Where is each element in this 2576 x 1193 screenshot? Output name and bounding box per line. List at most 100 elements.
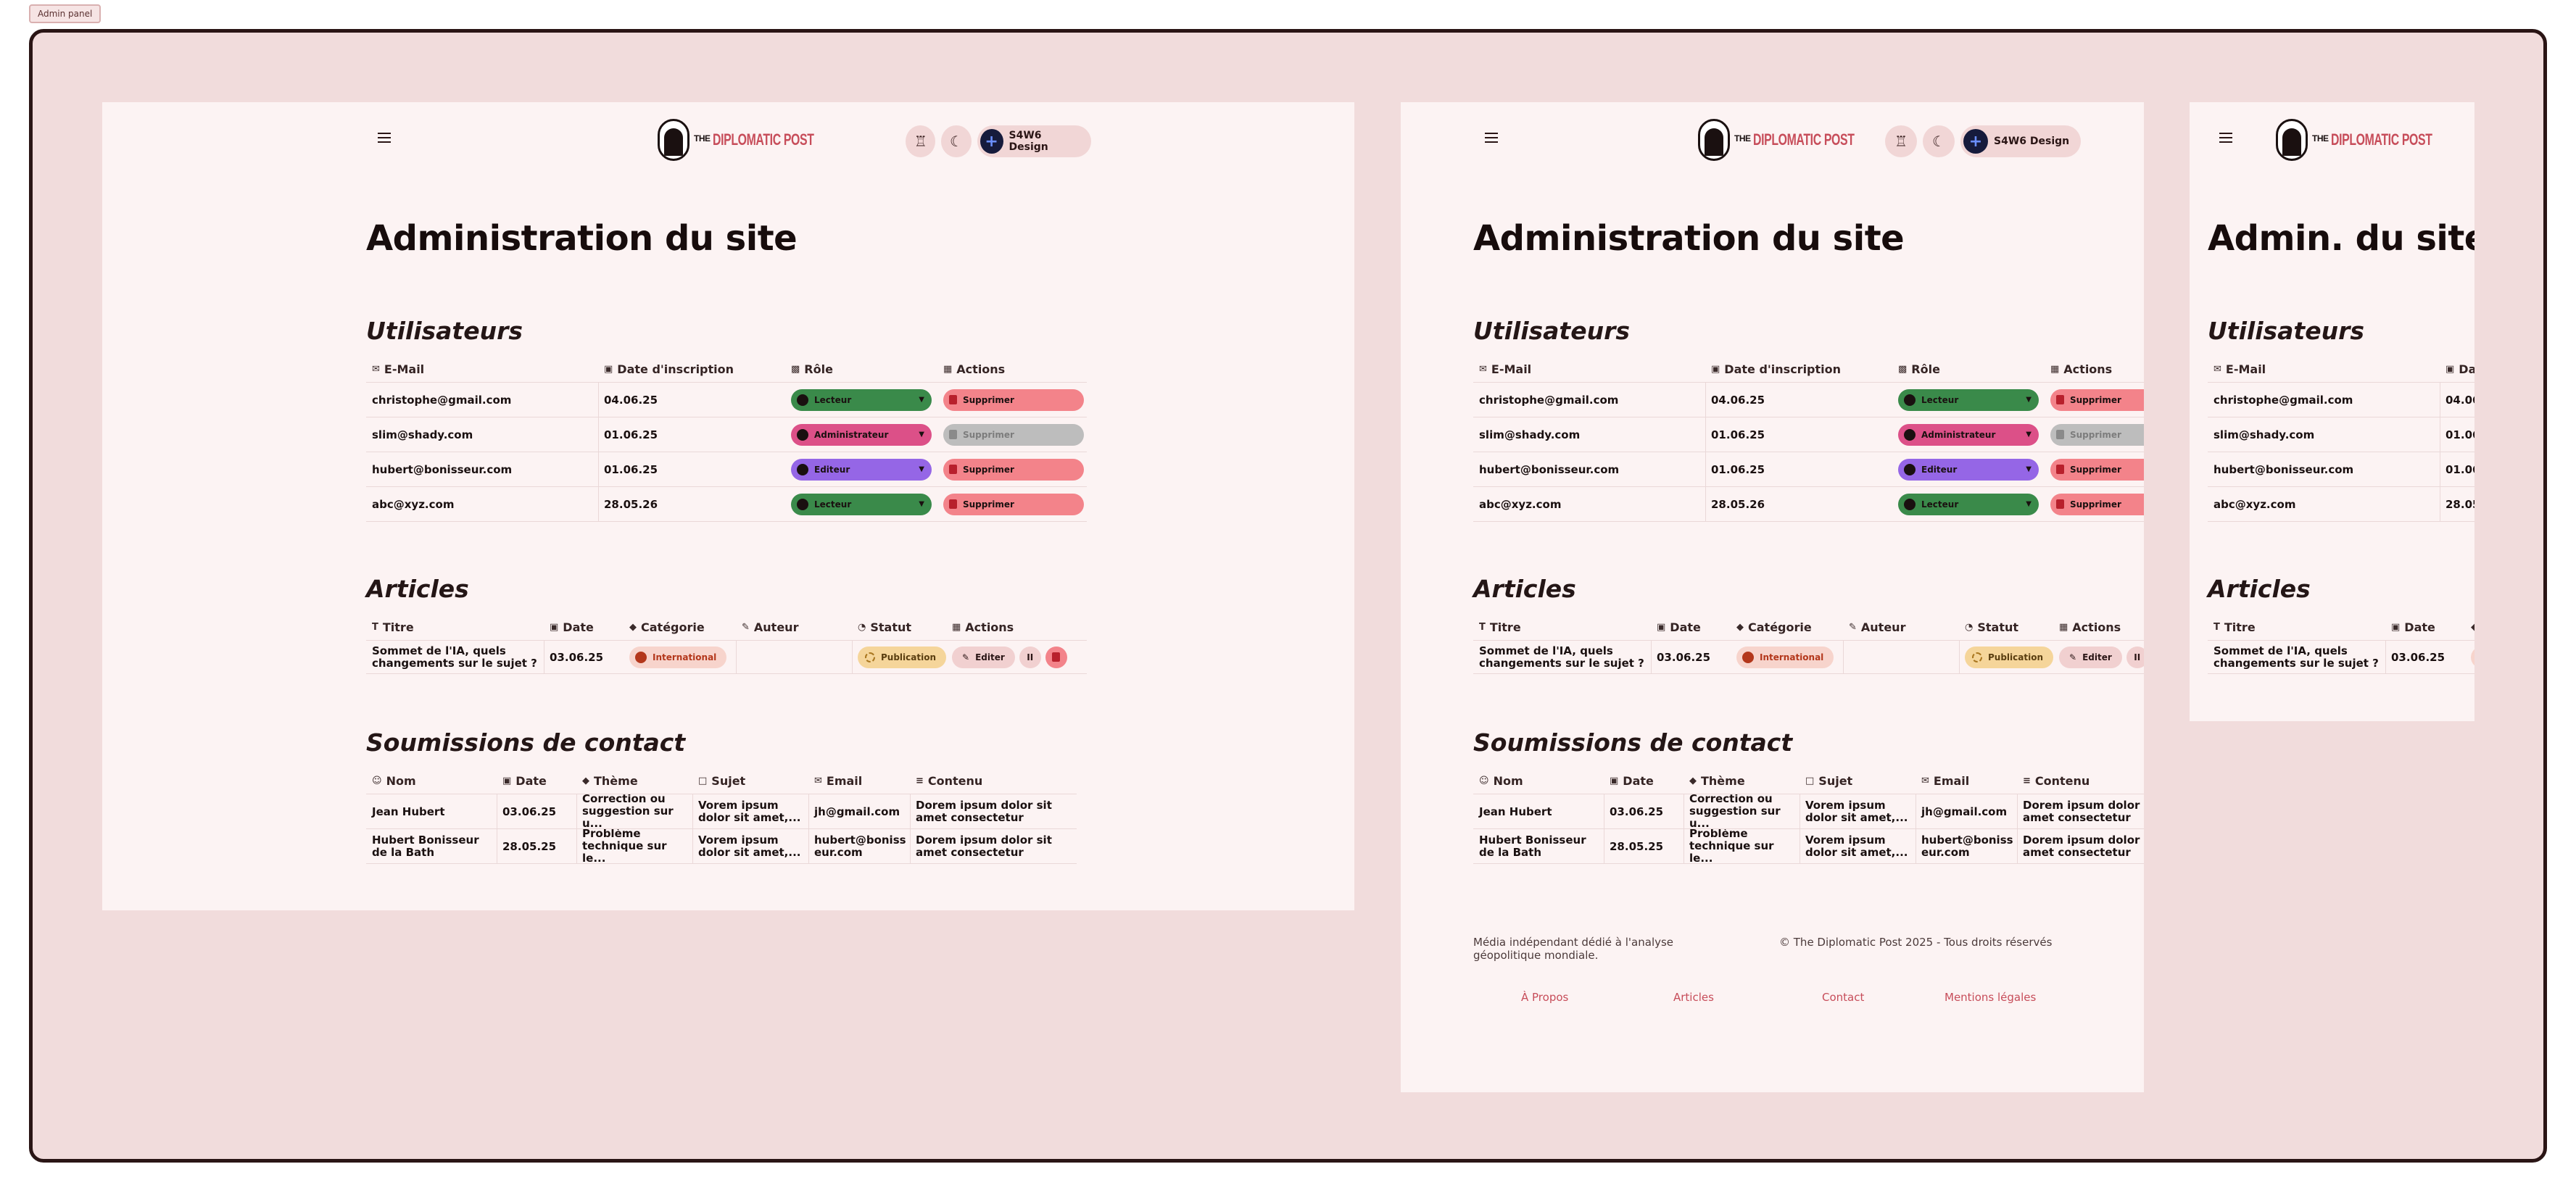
articles-section-title: Articles [1473, 575, 1576, 603]
header-date: ▣ Date [502, 773, 547, 788]
top-bar: THE DIPLOMATIC POST [2208, 117, 2474, 163]
delete-article-button[interactable] [1045, 646, 1067, 668]
caret-down-icon: ▼ [2026, 396, 2032, 404]
tablet-frame: THE DIPLOMATIC POST ♖ ☾ + S4W6 Design Ad… [1401, 102, 2144, 1092]
caret-down-icon: ▼ [2026, 431, 2032, 438]
award-icon[interactable]: ♖ [906, 125, 936, 157]
footer-link-mentions[interactable]: Mentions légales [1945, 991, 2036, 1004]
delete-user-button[interactable]: Supprimer [2050, 458, 2144, 481]
user-chip[interactable]: + S4W6 Design [1960, 125, 2082, 157]
edit-article-button[interactable]: ✎ Editer [952, 646, 1015, 668]
header-date: ▣Date d'inscription [1711, 362, 1842, 376]
header-sujet: □ Sujet [1805, 773, 1853, 788]
top-bar: THE DIPLOMATIC POST ♖ ☾ + S4W6 Design [1473, 117, 2144, 163]
logo-name: DIPLOMATIC POST [2330, 130, 2432, 149]
header-nom: ☺ Nom [372, 773, 416, 788]
role-select[interactable]: Lecteur ▼ [791, 388, 932, 411]
user-email: abc@xyz.com [1479, 497, 1562, 511]
article-date: 03.06.25 [1657, 650, 1711, 664]
contact-date: 03.06.25 [502, 805, 557, 818]
menu-icon[interactable] [1485, 133, 1498, 143]
trash-icon [1052, 652, 1061, 662]
trash-icon [2056, 395, 2064, 404]
logo-name: DIPLOMATIC POST [1752, 130, 1855, 149]
article-author [1843, 641, 1959, 673]
site-logo[interactable]: THE DIPLOMATIC POST [1698, 118, 1893, 162]
trash-icon [949, 430, 957, 439]
contact-theme: Correction ou suggestion sur u... [582, 794, 674, 828]
user-date: 04.06.25 [1711, 393, 1765, 407]
delete-user-button[interactable]: Supprimer [943, 458, 1084, 481]
footer-link-apropos[interactable]: À Propos [1521, 991, 1568, 1004]
categories-icon: ◆ [629, 621, 637, 633]
user-circle-icon: ☺ [1479, 775, 1489, 786]
desktop-frame: THE DIPLOMATIC POST ♖ ☾ + S4W6 Design Ad… [102, 102, 1354, 910]
pause-button[interactable]: II [1019, 646, 1041, 668]
publish-status-button[interactable]: Publication [858, 646, 946, 668]
user-chip[interactable]: + S4W6 Design [977, 125, 1091, 157]
role-select[interactable]: Lecteur ▼ [791, 493, 932, 515]
site-logo[interactable]: THE DIPLOMATIC POST [658, 118, 853, 162]
trash-icon [949, 395, 957, 404]
user-email: slim@shady.com [1479, 428, 1581, 441]
header-date: ▣Date d'inscription [604, 362, 734, 376]
folder-icon: □ [698, 775, 708, 786]
header-sujet: □ Sujet [698, 773, 746, 788]
role-select[interactable]: Editeur ▼ [1898, 458, 2039, 481]
calendar-icon: ▣ [604, 363, 613, 375]
contact-theme: Problème technique sur le... [1689, 829, 1774, 863]
users-section-title: Utilisateurs [1473, 317, 1630, 345]
menu-icon[interactable] [378, 133, 391, 143]
site-logo[interactable]: THE DIPLOMATIC POST [2276, 118, 2471, 162]
category-badge: International [2471, 646, 2474, 668]
delete-user-button[interactable]: Supprimer [2050, 493, 2144, 515]
header-actions: ▦ Actions [2059, 620, 2121, 634]
role-select[interactable]: Lecteur ▼ [1898, 388, 2039, 411]
user-edit-icon: ✎ [742, 621, 750, 633]
footer-link-articles[interactable]: Articles [1673, 991, 1714, 1004]
delete-user-button[interactable]: Supprimer [943, 493, 1084, 515]
mail-icon: ✉ [1479, 363, 1487, 375]
caret-down-icon: ▼ [2026, 500, 2032, 508]
contact-email: jh@gmail.com [1921, 805, 2008, 818]
contact-date: 03.06.25 [1610, 805, 1664, 818]
contact-section-title: Soumissions de contact [366, 728, 686, 757]
text-align-icon: ≡ [916, 775, 924, 786]
user-name: S4W6 Design [1009, 130, 1048, 153]
role-select[interactable]: Administrateur ▼ [791, 423, 932, 446]
pause-button[interactable]: II [2126, 646, 2144, 668]
role-select[interactable]: Administrateur ▼ [1898, 423, 2039, 446]
delete-user-button-disabled: Supprimer [2050, 423, 2144, 446]
delete-user-button[interactable]: Supprimer [943, 388, 1084, 411]
contact-subject: Vorem ipsum dolor sit amet,... [1805, 798, 1908, 824]
logo-the: THE [2312, 133, 2329, 144]
calendar-icon: ▣ [550, 621, 559, 633]
moon-icon[interactable]: ☾ [1923, 125, 1955, 157]
users-section-title: Utilisateurs [2208, 317, 2364, 345]
role-select[interactable]: Editeur ▼ [791, 458, 932, 481]
category-badge: International [629, 646, 727, 668]
caret-down-icon: ▼ [919, 396, 924, 404]
loader-icon [865, 652, 875, 662]
top-bar: THE DIPLOMATIC POST ♖ ☾ + S4W6 Design [366, 117, 1091, 163]
caret-down-icon: ▼ [2026, 465, 2032, 473]
publish-status-button[interactable]: Publication [1965, 646, 2053, 668]
edit-article-button[interactable]: ✎ Editer [2059, 646, 2122, 668]
user-date: 01.06.25 [1711, 428, 1765, 441]
delete-user-button[interactable]: Supprimer [2050, 388, 2144, 411]
user-email: slim@shady.com [2213, 428, 2315, 441]
header-role: ▩ Rôle [1898, 362, 1940, 376]
moon-icon[interactable]: ☾ [941, 125, 972, 157]
header-actions: ▦ Actions [2050, 362, 2113, 376]
header-titre: T Titre [2213, 620, 2256, 634]
id-card-icon: ▩ [1898, 363, 1908, 375]
header-date: ▣ Date [1610, 773, 1654, 788]
mail-icon: ✉ [372, 363, 380, 375]
award-icon[interactable]: ♖ [1885, 125, 1917, 157]
menu-icon[interactable] [2219, 133, 2232, 143]
role-select[interactable]: Lecteur ▼ [1898, 493, 2039, 515]
contact-subject: Vorem ipsum dolor sit amet,... [698, 833, 801, 859]
user-email: hubert@bonisseur.com [2213, 462, 2354, 476]
contact-email: jh@gmail.com [814, 805, 900, 818]
footer-link-contact[interactable]: Contact [1822, 991, 1864, 1004]
